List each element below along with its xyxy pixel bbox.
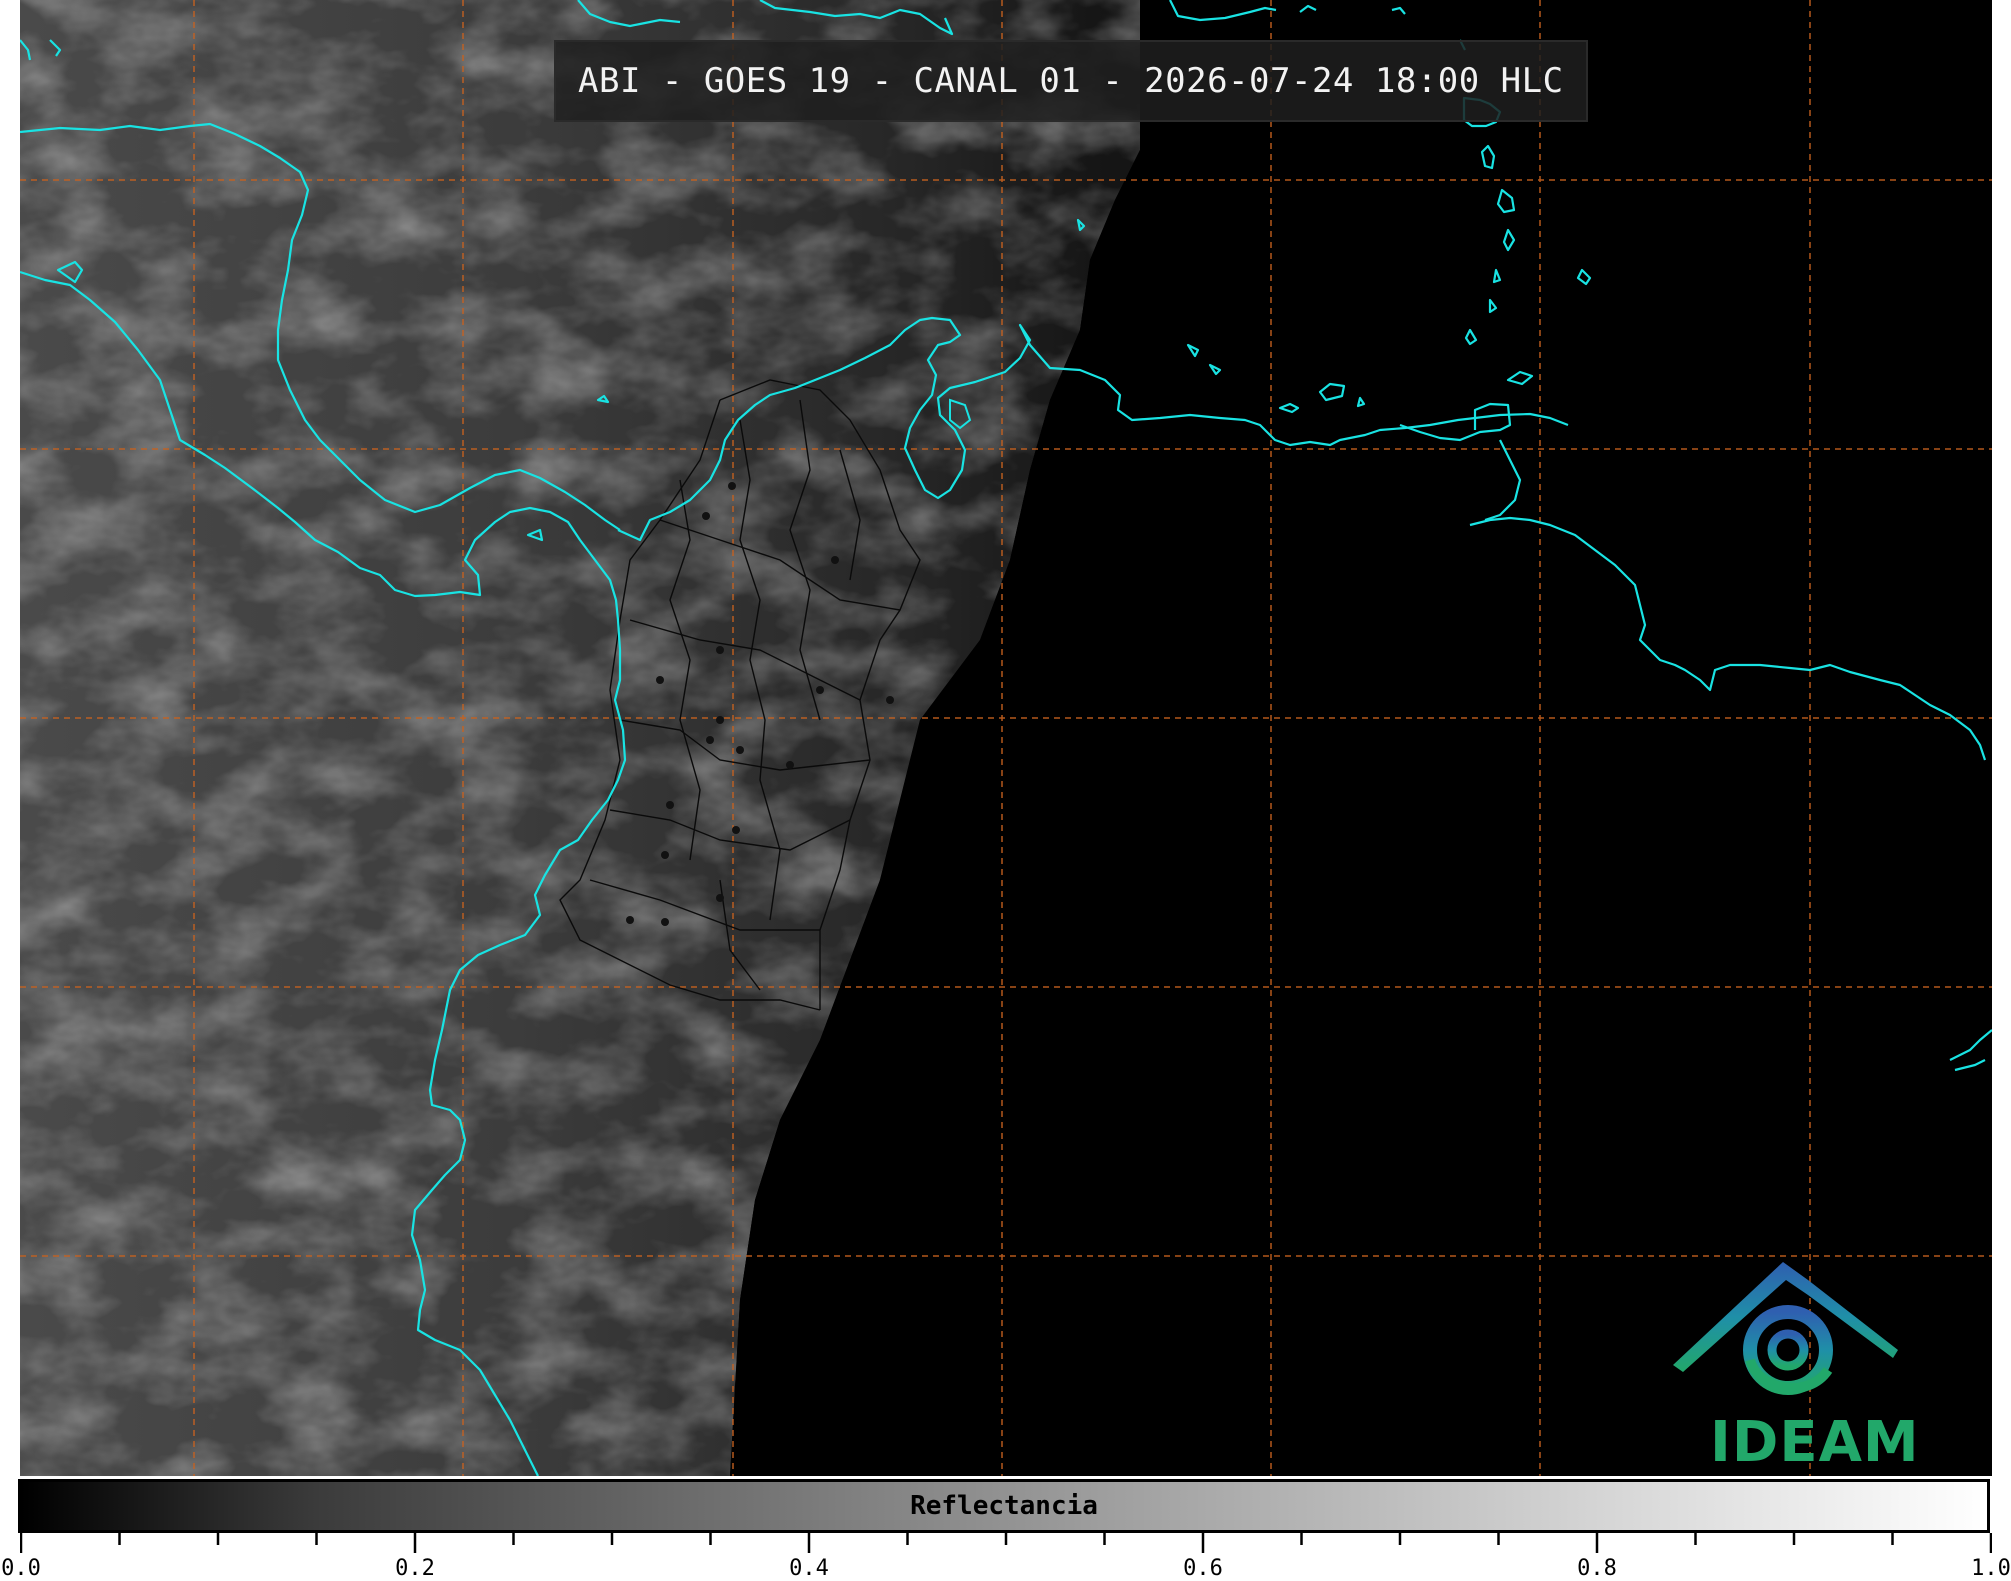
colorbar-tick-label: 0.6 bbox=[1183, 1556, 1223, 1581]
image-title-box: ABI - GOES 19 - CANAL 01 - 2026-07-24 18… bbox=[554, 40, 1588, 122]
ideam-logo-text: IDEAM bbox=[1710, 1410, 1920, 1475]
image-title: ABI - GOES 19 - CANAL 01 - 2026-07-24 18… bbox=[578, 61, 1564, 101]
colorbar-tick-label: 0.2 bbox=[395, 1556, 435, 1581]
colorbar-tick-label: 0.8 bbox=[1577, 1556, 1617, 1581]
colorbar-ticks bbox=[20, 1533, 1992, 1553]
colorbar-tick-label: 1.0 bbox=[1971, 1556, 2011, 1581]
colorbar-label: Reflectancia bbox=[910, 1491, 1098, 1521]
colorbar-tick-label: 0.0 bbox=[1, 1556, 41, 1581]
colorbar: Reflectancia bbox=[18, 1479, 1990, 1533]
satellite-image: ABI - GOES 19 - CANAL 01 - 2026-07-24 18… bbox=[20, 0, 1992, 1476]
colorbar-tick-label: 0.4 bbox=[789, 1556, 829, 1581]
